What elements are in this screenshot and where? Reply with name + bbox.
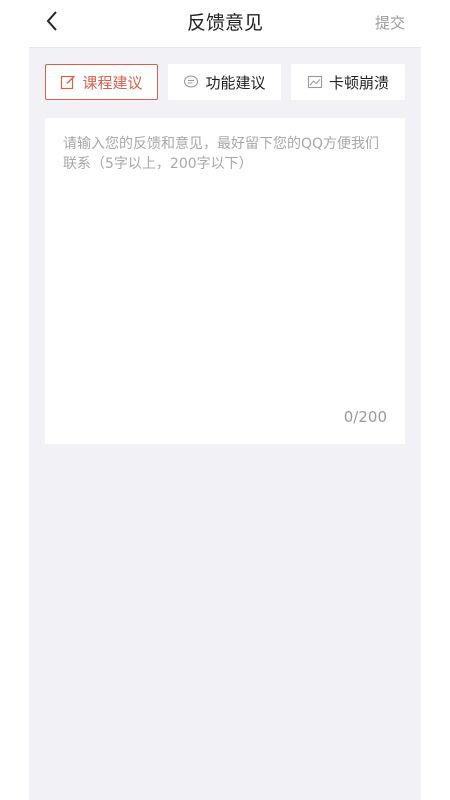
tab-feature-suggestion[interactable]: 功能建议 <box>168 64 281 100</box>
submit-button[interactable]: 提交 <box>375 0 405 47</box>
tab-label: 卡顿崩溃 <box>328 73 389 92</box>
feedback-box: 0/200 <box>45 118 405 444</box>
message-icon <box>183 74 199 90</box>
edit-icon <box>60 74 76 90</box>
feedback-screen: 反馈意见 提交 课程建议 功能建议 卡顿崩溃 请输入您的反馈和意见，最好留下您的… <box>29 0 421 800</box>
feedback-type-tabs: 课程建议 功能建议 卡顿崩溃 <box>45 64 405 100</box>
tab-lag-crash[interactable]: 卡顿崩溃 <box>291 64 405 100</box>
feedback-input[interactable] <box>45 118 405 398</box>
image-icon <box>307 74 323 90</box>
header-bar: 反馈意见 提交 <box>29 0 421 48</box>
char-counter: 0/200 <box>343 408 387 426</box>
tab-label: 功能建议 <box>205 73 266 92</box>
tab-course-suggestion[interactable]: 课程建议 <box>45 64 158 100</box>
page-title: 反馈意见 <box>186 12 263 34</box>
tab-label: 课程建议 <box>82 73 143 92</box>
